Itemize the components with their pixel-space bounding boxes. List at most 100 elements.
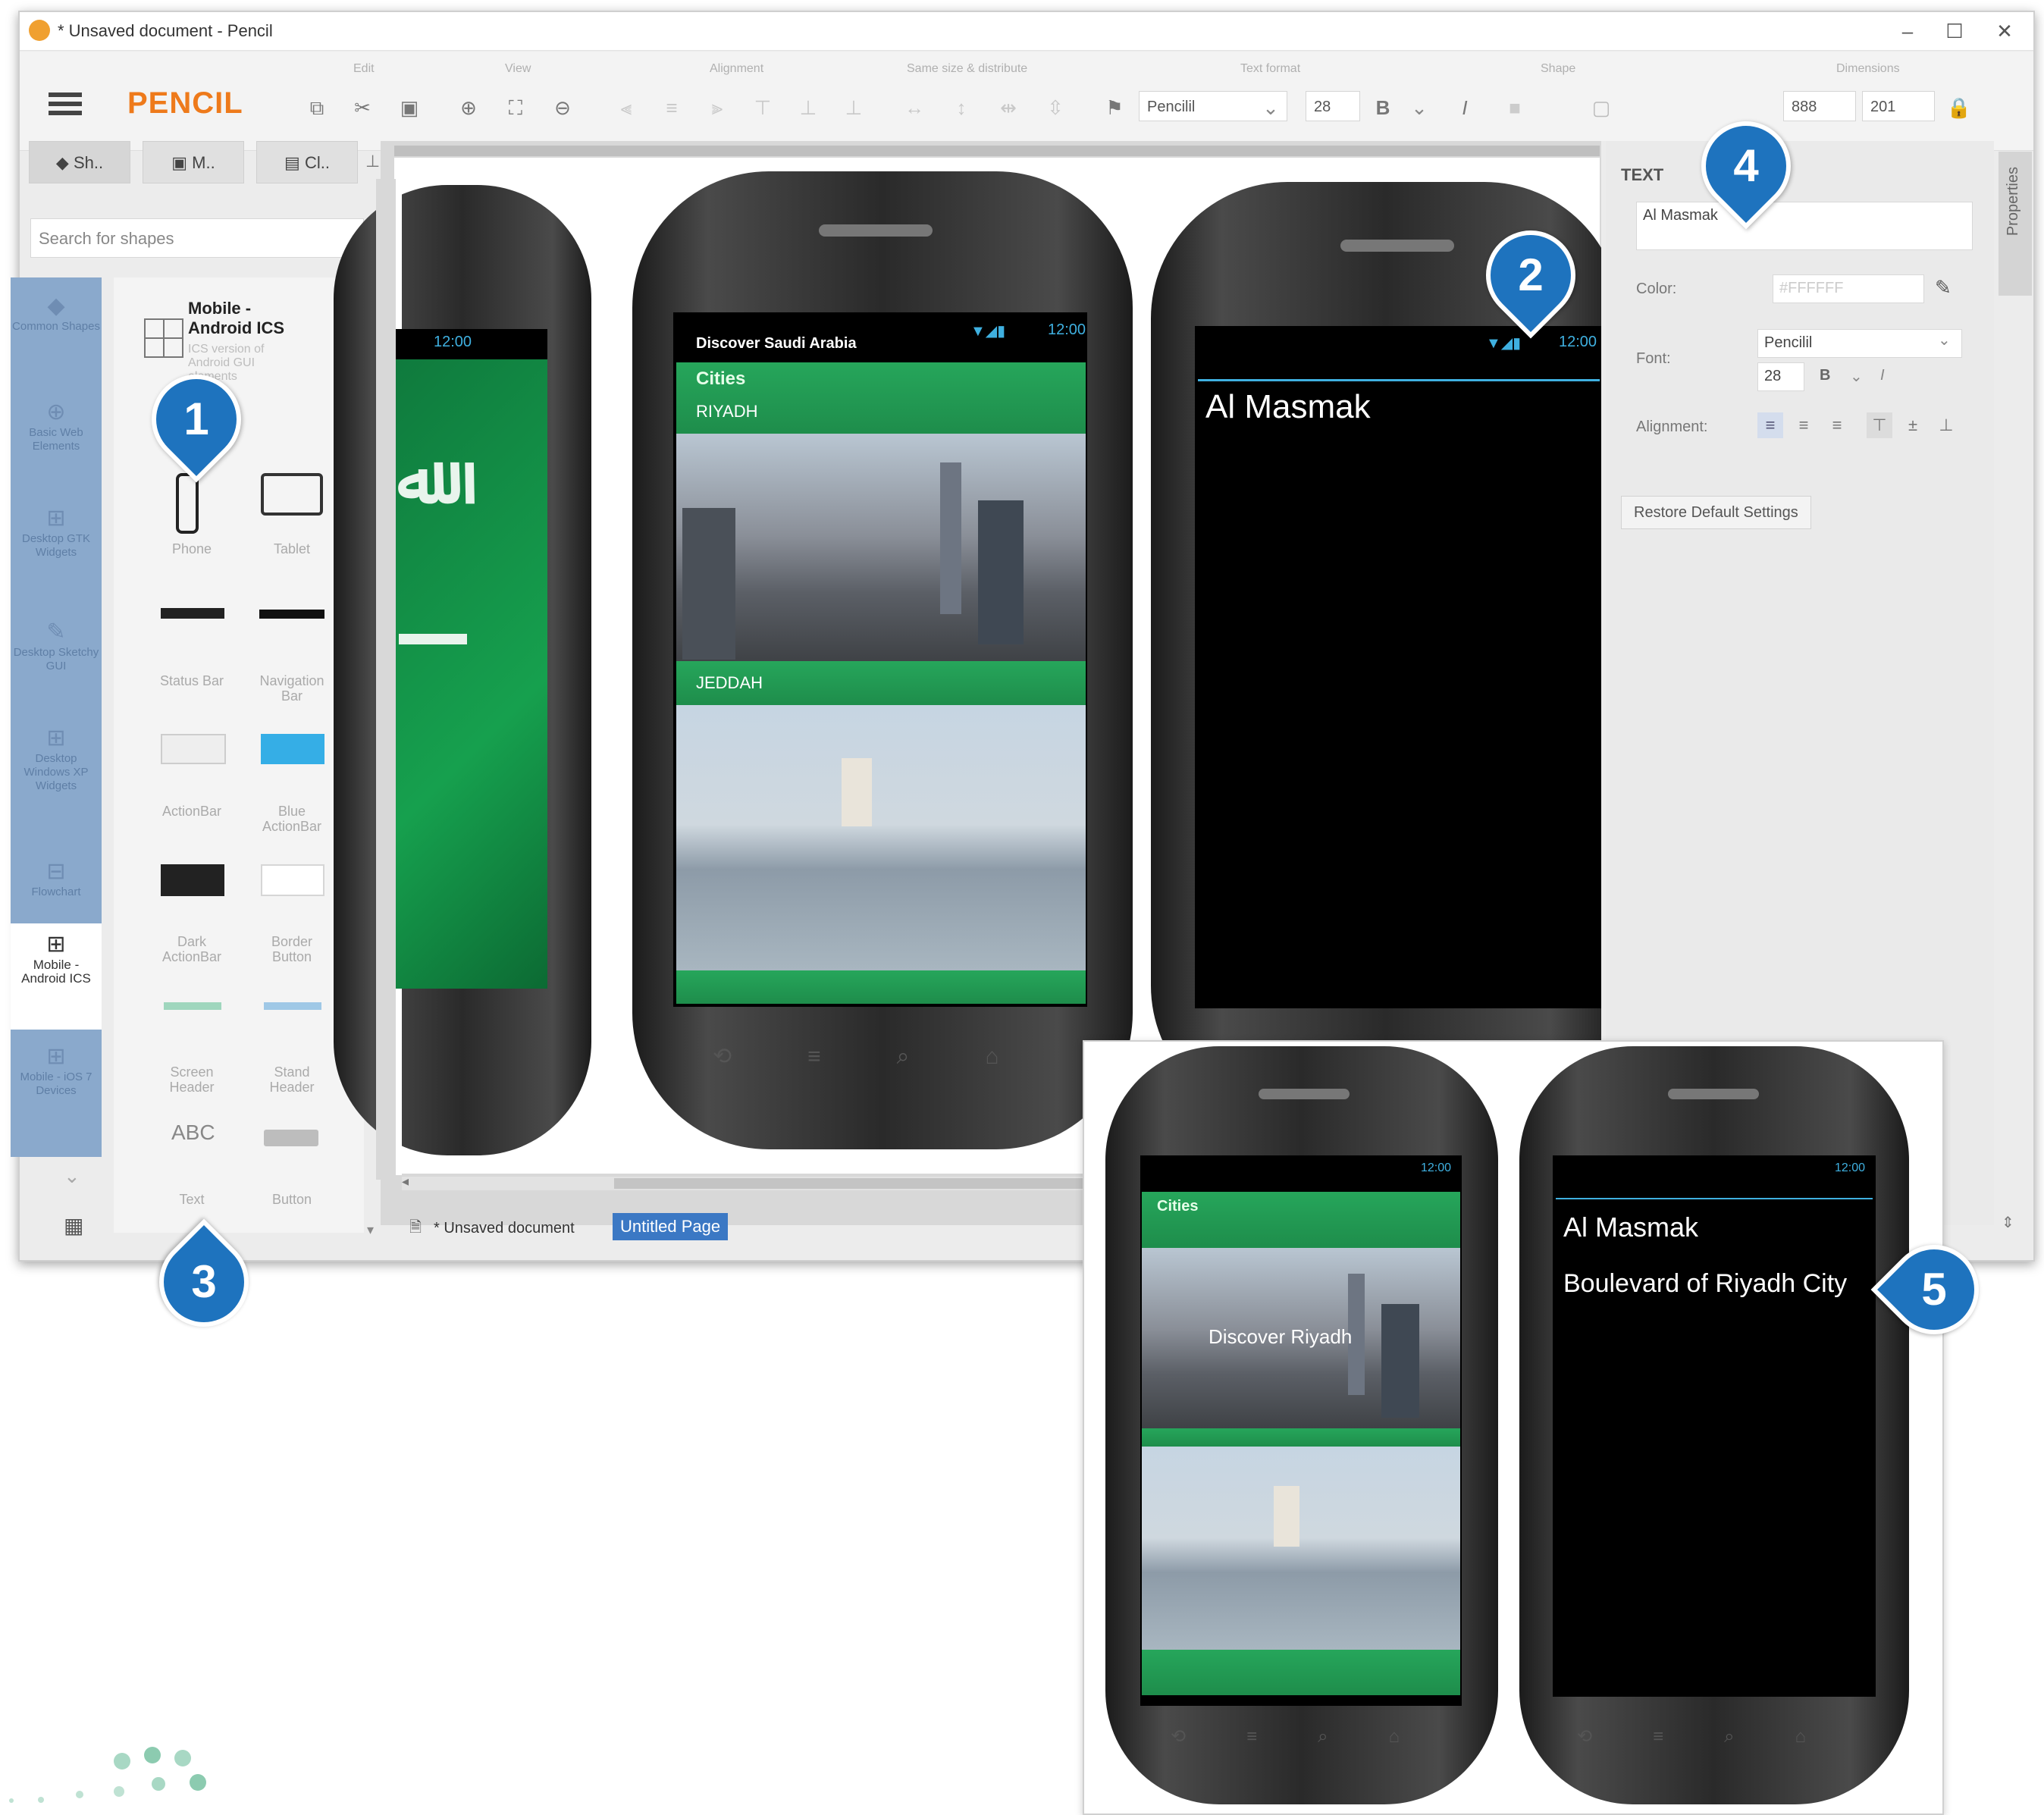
align-right-icon[interactable]: ≡ [1824,412,1850,438]
color-picker-icon[interactable]: ✎ [1935,276,1952,299]
format-painter-icon[interactable]: ⚑ [1099,92,1130,123]
align-center-icon[interactable]: ≡ [1791,412,1817,438]
collection-label: Flowchart [31,886,81,898]
pin-icon[interactable]: ⊥ [365,152,380,171]
riyadh-label: RIYADH [696,402,758,421]
android-nav-buttons: ⟲≡⌕⌂ [713,1044,1075,1069]
button-shape[interactable] [264,1130,318,1146]
align-left-icon[interactable]: ⫷ [611,92,641,123]
status-time: 12:00 [1421,1161,1452,1174]
expand-icon[interactable]: ⇕ [2002,1213,2014,1232]
collection-flowchart[interactable]: ⊟ Flowchart [11,858,102,899]
collection-mobile-android-ics[interactable]: ⊞ Mobile - Android ICS [11,923,102,1030]
color-label: Color: [1636,281,1677,297]
collection-ios7-devices[interactable]: ⊞ Mobile - iOS 7 Devices [11,1043,102,1098]
zoom-out-icon[interactable]: ⊖ [547,92,578,123]
canvas-top-scrollbar[interactable] [394,146,1600,156]
collection-basic-web[interactable]: ⊕ Basic Web Elements [11,399,102,453]
grid-menu-icon[interactable]: ▦ [64,1213,83,1238]
align-bottom-icon[interactable]: ⊥ [839,92,869,123]
border-button-shape[interactable] [261,864,324,896]
flag-script: ﷲ [397,440,437,519]
shape-label: Blue ActionBar [262,804,322,834]
collection-desktop-gtk[interactable]: ⊞ Desktop GTK Widgets [11,505,102,560]
blue-actionbar-shape[interactable] [261,734,324,764]
scroll-left-icon[interactable]: ◂ [402,1174,409,1190]
detail-title[interactable]: Al Masmak [1205,388,1371,426]
distribute-h-icon[interactable]: ⇹ [993,92,1024,123]
italic-button[interactable]: I [1450,92,1480,123]
chevron-down-icon[interactable]: ⌄ [1938,331,1951,350]
toolbar-group-shape: Shape [1541,62,1576,75]
restore-defaults-button[interactable]: Restore Default Settings [1621,496,1811,529]
font-size-field[interactable]: 28 [1306,91,1360,121]
distribute-v-icon[interactable]: ⇳ [1040,92,1071,123]
collection-windows-xp[interactable]: ⊞ Desktop Windows XP Widgets [11,725,102,793]
stand-header-shape[interactable] [264,1002,321,1010]
same-width-icon[interactable]: ↔ [899,92,930,123]
text-content-field[interactable]: Al Masmak [1636,202,1973,250]
text-color-icon[interactable]: ■ [1500,92,1530,123]
status-bar-shape[interactable] [161,608,224,619]
brand-logo: PENCIL [127,86,243,120]
riyadh-image[interactable] [676,434,1086,661]
close-button[interactable]: ✕ [1982,17,2027,45]
menu-icon[interactable] [49,92,82,97]
android-nav-buttons: ⟲≡⌕⌂ [1577,1726,1867,1747]
text-shape[interactable]: ABC [171,1121,215,1145]
phone-shape[interactable] [176,473,199,534]
tab-clipart[interactable]: ▤ Cl.. [256,141,358,183]
shape-border-icon[interactable]: ▢ [1586,92,1616,123]
navigation-bar-shape[interactable] [259,610,324,619]
chevron-down-icon[interactable]: ⌄ [1850,367,1863,386]
bold-button[interactable]: B [1368,92,1398,123]
phone-speaker [819,224,933,237]
align-middle-icon[interactable]: ⊥ [793,92,823,123]
screen-header-shape[interactable] [164,1002,221,1010]
fit-icon[interactable]: ⛶ [500,92,531,123]
collection-label: Desktop GTK Widgets [21,532,91,559]
valign-bottom-icon[interactable]: ⊥ [1933,412,1959,438]
preview-detail-title: Al Masmak [1563,1212,1699,1243]
lock-icon[interactable]: 🔒 [1944,92,1974,123]
align-left-icon[interactable]: ≡ [1757,412,1783,438]
scrollbar-thumb[interactable] [614,1178,1084,1189]
tab-shapes[interactable]: ◆ Sh.. [29,141,130,183]
tab-my-collections[interactable]: ▣ M.. [143,141,244,183]
chevron-down-icon[interactable]: ⌄ [64,1165,80,1188]
valign-middle-icon[interactable]: ± [1900,412,1926,438]
document-tab[interactable]: * Unsaved document [434,1215,575,1242]
font-family-field[interactable]: Pencilil [1757,329,1962,358]
bold-toggle[interactable]: B [1820,367,1830,384]
copy-icon[interactable]: ⧉ [302,92,332,123]
align-right-icon[interactable]: ⫸ [702,92,732,123]
chevron-down-icon[interactable]: ⌄ [1256,92,1286,123]
collection-common-shapes[interactable]: ◆ Common Shapes [11,293,102,334]
italic-toggle[interactable]: I [1880,367,1885,384]
collection-sketchy-gui[interactable]: ✎ Desktop Sketchy GUI [11,619,102,673]
jeddah-image[interactable] [676,705,1086,970]
preview-divider-line [1556,1198,1873,1199]
shape-search-input[interactable]: Search for shapes [30,218,364,258]
page-tab[interactable]: Untitled Page [613,1213,729,1240]
align-top-icon[interactable]: ⊤ [748,92,778,123]
tablet-shape[interactable] [261,473,323,516]
width-field[interactable]: 888 [1783,91,1856,121]
chevron-down-icon[interactable]: ⌄ [1404,92,1434,123]
same-height-icon[interactable]: ↕ [946,92,977,123]
height-field[interactable]: 201 [1862,91,1935,121]
status-time: 12:00 [1559,334,1597,350]
align-center-icon[interactable]: ≡ [657,92,687,123]
paste-icon[interactable]: ▣ [394,92,425,123]
scroll-down-icon[interactable]: ▾ [367,1222,374,1238]
font-size-field[interactable]: 28 [1757,362,1804,391]
collection-title: Mobile - Android ICS [188,299,285,337]
maximize-button[interactable]: ☐ [1932,17,1977,45]
zoom-in-icon[interactable]: ⊕ [453,92,484,123]
actionbar-shape[interactable] [161,734,226,764]
minimize-button[interactable]: – [1885,17,1930,45]
color-field[interactable]: #FFFFFF [1773,274,1924,303]
valign-top-icon[interactable]: ⊤ [1867,412,1892,438]
dark-actionbar-shape[interactable] [161,864,224,896]
cut-icon[interactable]: ✂ [347,92,378,123]
